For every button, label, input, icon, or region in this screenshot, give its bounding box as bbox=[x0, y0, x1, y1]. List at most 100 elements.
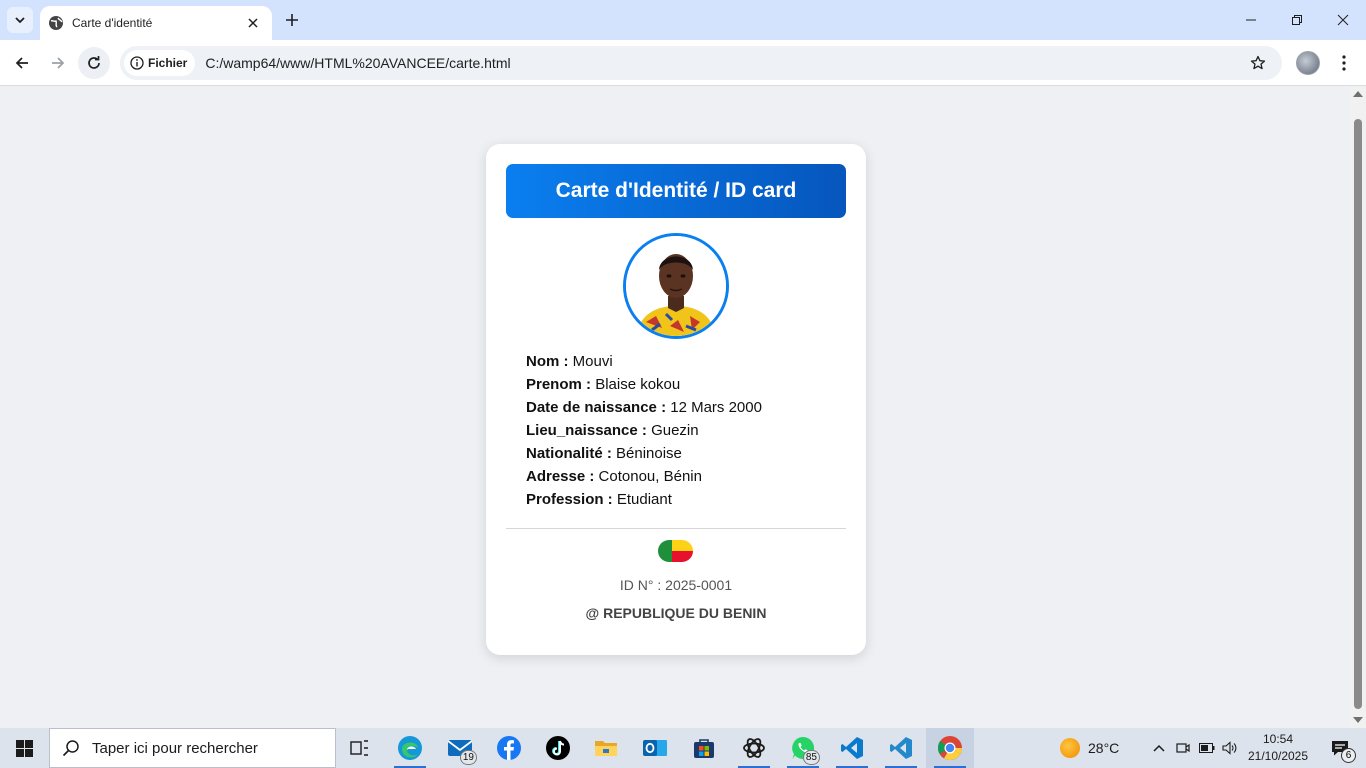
tray-battery-button[interactable] bbox=[1195, 728, 1219, 768]
address-bar[interactable]: Fichier C:/wamp64/www/HTML%20AVANCEE/car… bbox=[120, 46, 1282, 80]
taskbar-app-outlook[interactable] bbox=[631, 728, 679, 768]
site-info-chip[interactable]: Fichier bbox=[124, 50, 196, 76]
profile-photo bbox=[623, 233, 729, 339]
taskbar-app-mail[interactable]: 19 bbox=[436, 728, 484, 768]
star-icon bbox=[1250, 55, 1266, 70]
search-placeholder: Taper ici pour rechercher bbox=[92, 739, 258, 757]
site-chip-label: Fichier bbox=[148, 56, 188, 70]
task-view-button[interactable] bbox=[336, 728, 384, 768]
taskbar-app-whatsapp[interactable]: 85 bbox=[779, 728, 827, 768]
taskbar-app-file-explorer[interactable] bbox=[582, 728, 630, 768]
close-tab-icon[interactable] bbox=[244, 14, 262, 32]
notification-badge: 85 bbox=[802, 750, 820, 765]
field-value: 12 Mars 2000 bbox=[670, 399, 762, 416]
browser-menu-button[interactable] bbox=[1332, 47, 1356, 79]
show-hidden-icons-button[interactable] bbox=[1147, 728, 1171, 768]
field-value: Etudiant bbox=[616, 491, 672, 508]
page-scrollbar[interactable] bbox=[1350, 87, 1366, 728]
tray-meet-button[interactable] bbox=[1171, 728, 1195, 768]
globe-icon bbox=[48, 15, 64, 31]
field-value: Cotonou, Bénin bbox=[598, 468, 702, 485]
vscode-icon bbox=[890, 737, 912, 759]
id-card: Carte d'Identité / ID card Nom : Mouvi P… bbox=[486, 144, 866, 655]
tab-search-button[interactable] bbox=[7, 7, 33, 33]
scroll-up-arrow-icon[interactable] bbox=[1353, 91, 1363, 97]
taskbar-app-facebook[interactable] bbox=[485, 728, 533, 768]
card-header: Carte d'Identité / ID card bbox=[506, 164, 846, 218]
forward-button[interactable] bbox=[42, 47, 74, 79]
profile-avatar[interactable] bbox=[1296, 51, 1320, 75]
identity-details: Nom : Mouvi Prenom : Blaise kokou Date d… bbox=[526, 350, 836, 511]
taskbar-app-vscode-2[interactable] bbox=[877, 728, 925, 768]
temperature: 28°C bbox=[1088, 740, 1120, 756]
sun-icon bbox=[1060, 738, 1080, 758]
field-date-naissance: Date de naissance : 12 Mars 2000 bbox=[526, 399, 762, 416]
url-text[interactable]: C:/wamp64/www/HTML%20AVANCEE/carte.html bbox=[205, 55, 1242, 71]
reload-button[interactable] bbox=[78, 47, 110, 79]
arrow-right-icon bbox=[52, 57, 65, 69]
bookmark-button[interactable] bbox=[1242, 47, 1274, 79]
id-number: ID N° : 2025-0001 bbox=[619, 577, 733, 593]
taskbar-clock[interactable]: 10:54 21/10/2025 bbox=[1243, 731, 1313, 765]
field-nationalite: Nationalité : Béninoise bbox=[526, 445, 682, 462]
info-icon bbox=[130, 56, 144, 70]
field-nom: Nom : Mouvi bbox=[526, 353, 613, 370]
field-lieu-naissance: Lieu_naissance : Guezin bbox=[526, 422, 699, 439]
windows-logo-icon bbox=[15, 739, 33, 757]
tab-title: Carte d'identité bbox=[72, 16, 153, 30]
task-view-icon bbox=[350, 740, 368, 756]
plus-icon bbox=[286, 14, 298, 26]
taskbar-app-chatgpt[interactable] bbox=[730, 728, 778, 768]
tiktok-icon bbox=[546, 736, 570, 760]
outlook-icon bbox=[643, 740, 667, 756]
field-value: Béninoise bbox=[616, 445, 682, 462]
camera-icon bbox=[1176, 743, 1190, 753]
chatgpt-icon bbox=[743, 738, 765, 758]
taskbar-app-tiktok[interactable] bbox=[534, 728, 582, 768]
taskbar-app-edge[interactable] bbox=[386, 728, 434, 768]
field-value: Mouvi bbox=[572, 353, 613, 370]
card-divider bbox=[506, 528, 846, 529]
scrollbar-thumb[interactable] bbox=[1354, 119, 1362, 709]
restore-button[interactable] bbox=[1274, 0, 1320, 40]
tray-volume-button[interactable] bbox=[1218, 728, 1242, 768]
volume-icon bbox=[1222, 741, 1237, 755]
file-explorer-icon bbox=[595, 741, 617, 756]
browser-tab[interactable]: Carte d'identité bbox=[40, 6, 272, 40]
chevron-down-icon bbox=[15, 17, 25, 24]
close-window-button[interactable] bbox=[1320, 0, 1366, 40]
battery-icon bbox=[1199, 743, 1215, 753]
browser-tab-bar: Carte d'identité bbox=[0, 0, 1366, 40]
benin-flag-icon bbox=[658, 540, 693, 562]
field-profession: Profession : Etudiant bbox=[526, 491, 672, 508]
card-title: Carte d'Identité / ID card bbox=[555, 179, 797, 202]
clock-time: 10:54 bbox=[1262, 732, 1294, 746]
close-icon bbox=[1337, 14, 1349, 26]
search-icon bbox=[62, 740, 79, 757]
facebook-icon bbox=[497, 736, 521, 760]
page-viewport: Carte d'Identité / ID card Nom : Mouvi P… bbox=[0, 87, 1350, 728]
minimize-button[interactable] bbox=[1228, 0, 1274, 40]
field-adresse: Adresse : Cotonou, Bénin bbox=[526, 468, 702, 485]
chevron-up-icon bbox=[1153, 744, 1165, 752]
field-value: Guezin bbox=[651, 422, 699, 439]
notification-count: 6 bbox=[1341, 748, 1356, 763]
new-tab-button[interactable] bbox=[280, 8, 304, 32]
field-prenom: Prenom : Blaise kokou bbox=[526, 376, 681, 393]
more-vertical-icon bbox=[1342, 55, 1346, 71]
notification-center-button[interactable]: 6 bbox=[1320, 728, 1360, 768]
minimize-icon bbox=[1246, 19, 1256, 21]
vscode-icon bbox=[841, 737, 863, 759]
taskbar-app-vscode[interactable] bbox=[828, 728, 876, 768]
taskbar-search-box[interactable]: Taper ici pour rechercher bbox=[49, 728, 336, 768]
scroll-down-arrow-icon[interactable] bbox=[1353, 717, 1363, 723]
restore-icon bbox=[1292, 15, 1302, 25]
issuer-label: @ REPUBLIQUE DU BENIN bbox=[585, 605, 767, 621]
weather-widget[interactable]: 28°C bbox=[1060, 728, 1119, 768]
taskbar-app-chrome[interactable] bbox=[926, 728, 974, 768]
microsoft-store-icon bbox=[694, 739, 714, 758]
back-button[interactable] bbox=[6, 47, 38, 79]
start-button[interactable] bbox=[0, 728, 48, 768]
chrome-icon bbox=[937, 736, 962, 761]
taskbar-app-store[interactable] bbox=[680, 728, 728, 768]
